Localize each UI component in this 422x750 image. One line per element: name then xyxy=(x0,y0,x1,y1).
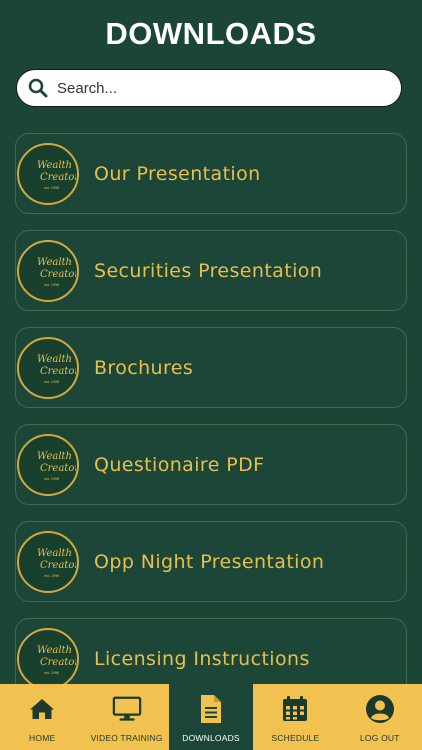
search-input[interactable] xyxy=(57,73,377,103)
svg-text:Creators: Creators xyxy=(40,172,76,183)
svg-text:Wealth: Wealth xyxy=(37,354,72,365)
downloads-list: Wealth Creators est. 1996 Our Presentati… xyxy=(15,133,407,715)
tab-log-out-label: LOG OUT xyxy=(360,733,400,743)
svg-text:Wealth: Wealth xyxy=(37,548,72,559)
tab-video-training-label: VIDEO TRAINING xyxy=(90,733,163,743)
monitor-icon xyxy=(112,694,142,724)
svg-text:est. 1996: est. 1996 xyxy=(44,671,59,675)
svg-text:est. 1996: est. 1996 xyxy=(44,574,59,578)
calendar-icon xyxy=(280,694,310,724)
svg-text:est. 1996: est. 1996 xyxy=(44,380,59,384)
tab-video-training[interactable]: VIDEO TRAINING xyxy=(84,684,168,750)
document-icon xyxy=(196,694,226,724)
svg-text:Creators: Creators xyxy=(40,269,76,280)
svg-text:est. 1996: est. 1996 xyxy=(44,186,59,190)
download-item-label: Licensing Instructions xyxy=(94,647,310,670)
wealth-creators-logo: Wealth Creators est. 1996 xyxy=(17,530,79,593)
svg-text:Wealth: Wealth xyxy=(37,645,72,656)
svg-text:est. 1996: est. 1996 xyxy=(44,477,59,481)
tab-downloads-label: DOWNLOADS xyxy=(182,733,240,743)
wealth-creators-logo: Wealth Creators est. 1996 xyxy=(17,336,79,399)
tab-downloads[interactable]: DOWNLOADS xyxy=(168,684,254,750)
app-screen: DOWNLOADS Wealth Creators est. 1996 Our … xyxy=(0,0,422,750)
svg-text:Wealth: Wealth xyxy=(37,257,72,268)
download-item-label: Questionaire PDF xyxy=(94,453,265,476)
tab-home-label: HOME xyxy=(29,733,56,743)
download-item-label: Brochures xyxy=(94,356,194,379)
wealth-creators-logo: Wealth Creators est. 1996 xyxy=(17,239,79,302)
download-item-label: Our Presentation xyxy=(94,162,261,185)
svg-text:Wealth: Wealth xyxy=(37,451,72,462)
svg-text:est. 1996: est. 1996 xyxy=(44,283,59,287)
svg-text:Creators: Creators xyxy=(40,657,76,668)
tab-schedule[interactable]: SCHEDULE xyxy=(253,684,337,750)
download-item-label: Opp Night Presentation xyxy=(94,550,325,573)
search-bar[interactable] xyxy=(16,69,402,107)
svg-text:Creators: Creators xyxy=(40,366,76,377)
wealth-creators-logo: Wealth Creators est. 1996 xyxy=(17,142,79,205)
download-item[interactable]: Wealth Creators est. 1996 Securities Pre… xyxy=(15,230,407,311)
svg-text:Creators: Creators xyxy=(40,560,76,571)
wealth-creators-logo: Wealth Creators est. 1996 xyxy=(17,433,79,496)
tab-log-out[interactable]: LOG OUT xyxy=(338,684,422,750)
download-item-label: Securities Presentation xyxy=(94,259,323,282)
tab-schedule-label: SCHEDULE xyxy=(271,733,320,743)
bottom-tab-bar: HOME VIDEO TRAINING DOWNLOADS SCHEDULE L… xyxy=(0,684,422,750)
wealth-creators-logo: Wealth Creators est. 1996 xyxy=(17,627,79,690)
user-account-icon xyxy=(365,694,395,724)
download-item[interactable]: Wealth Creators est. 1996 Brochures xyxy=(15,327,407,408)
download-item[interactable]: Wealth Creators est. 1996 Opp Night Pres… xyxy=(15,521,407,602)
home-icon xyxy=(27,694,57,724)
tab-home[interactable]: HOME xyxy=(0,684,84,750)
download-item[interactable]: Wealth Creators est. 1996 Our Presentati… xyxy=(15,133,407,214)
download-item[interactable]: Wealth Creators est. 1996 Questionaire P… xyxy=(15,424,407,505)
page-title: DOWNLOADS xyxy=(105,16,317,51)
search-icon xyxy=(27,77,49,99)
svg-text:Creators: Creators xyxy=(40,463,76,474)
svg-text:Wealth: Wealth xyxy=(37,160,72,171)
